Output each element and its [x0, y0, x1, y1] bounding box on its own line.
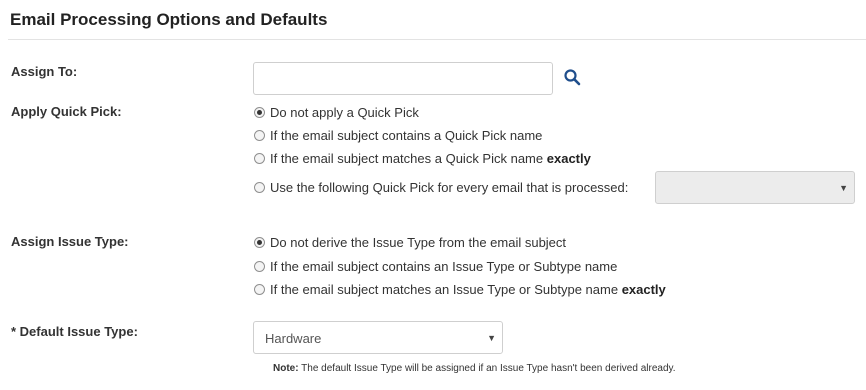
- issue-type-option-none[interactable]: Do not derive the Issue Type from the em…: [254, 235, 566, 250]
- radio-button[interactable]: [254, 182, 265, 193]
- search-icon[interactable]: [563, 68, 581, 86]
- quick-pick-option-use-following[interactable]: Use the following Quick Pick for every e…: [254, 180, 628, 195]
- assign-issue-type-label: Assign Issue Type:: [11, 234, 129, 249]
- note-label: Note:: [273, 363, 299, 374]
- default-issue-type-note: Note: The default Issue Type will be ass…: [273, 363, 676, 374]
- quick-pick-option-contains[interactable]: If the email subject contains a Quick Pi…: [254, 128, 542, 143]
- radio-button[interactable]: [254, 284, 265, 295]
- title-divider: [8, 39, 866, 40]
- radio-label-text: If the email subject matches an Issue Ty…: [270, 282, 619, 297]
- page-title: Email Processing Options and Defaults: [10, 10, 328, 29]
- radio-button[interactable]: [254, 237, 265, 248]
- radio-label: Do not apply a Quick Pick: [270, 105, 419, 120]
- quick-pick-option-matches[interactable]: If the email subject matches a Quick Pic…: [254, 151, 591, 166]
- select-value: Hardware: [265, 331, 322, 346]
- radio-button[interactable]: [254, 130, 265, 141]
- radio-label-bold: exactly: [546, 151, 591, 166]
- note-text: The default Issue Type will be assigned …: [301, 363, 676, 374]
- default-issue-type-label: * Default Issue Type:: [11, 324, 138, 339]
- quick-pick-select[interactable]: ▼: [655, 171, 855, 204]
- radio-button[interactable]: [254, 153, 265, 164]
- radio-label: Do not derive the Issue Type from the em…: [270, 235, 567, 250]
- radio-label: If the email subject contains an Issue T…: [270, 259, 618, 274]
- radio-label-bold: exactly: [621, 282, 666, 297]
- assign-to-label: Assign To:: [11, 64, 78, 79]
- radio-label: If the email subject matches an Issue Ty…: [270, 282, 666, 297]
- chevron-down-icon: ▼: [839, 183, 848, 193]
- assign-to-input[interactable]: [253, 62, 553, 95]
- radio-label: If the email subject contains a Quick Pi…: [270, 128, 543, 143]
- radio-label: Use the following Quick Pick for every e…: [270, 180, 629, 195]
- issue-type-option-matches[interactable]: If the email subject matches an Issue Ty…: [254, 282, 666, 297]
- chevron-down-icon: ▼: [487, 333, 496, 343]
- radio-button[interactable]: [254, 107, 265, 118]
- quick-pick-option-none[interactable]: Do not apply a Quick Pick: [254, 105, 419, 120]
- apply-quick-pick-label: Apply Quick Pick:: [11, 104, 122, 119]
- radio-button[interactable]: [254, 261, 265, 272]
- issue-type-option-contains[interactable]: If the email subject contains an Issue T…: [254, 259, 617, 274]
- radio-label-text: If the email subject matches a Quick Pic…: [270, 151, 544, 166]
- radio-label: If the email subject matches a Quick Pic…: [270, 151, 591, 166]
- default-issue-type-select[interactable]: Hardware ▼: [253, 321, 503, 354]
